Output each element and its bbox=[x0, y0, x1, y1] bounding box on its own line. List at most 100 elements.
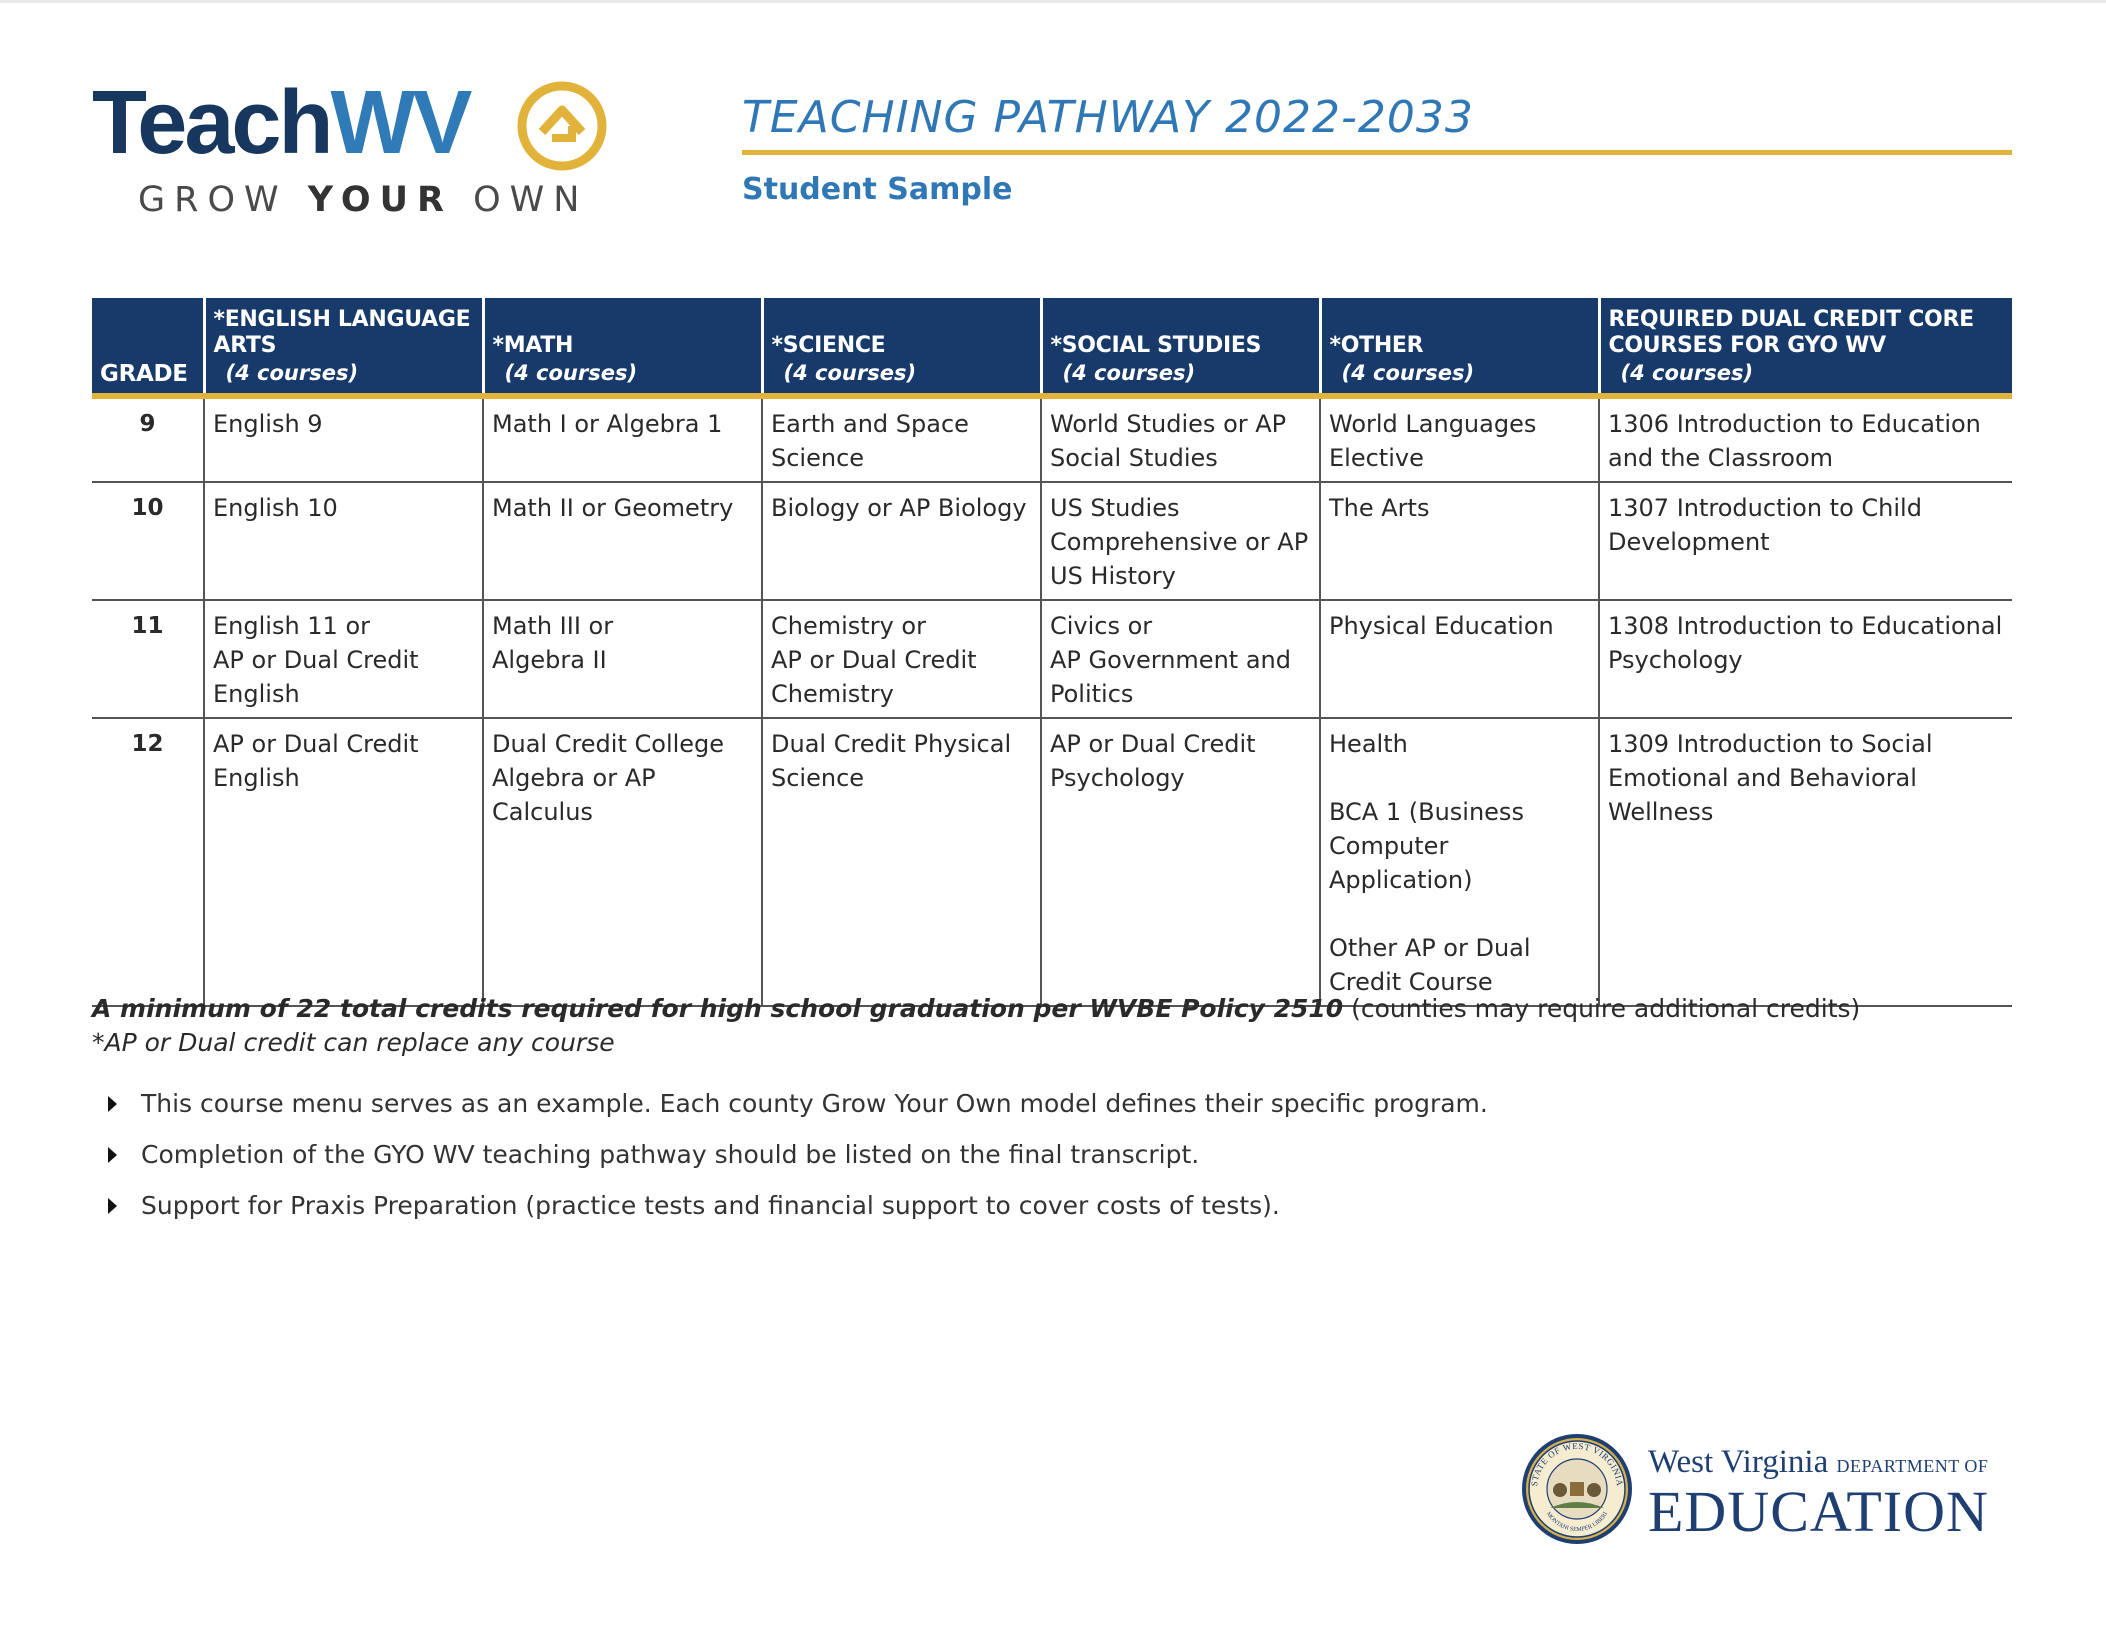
column-header-math: *MATH (4 courses) bbox=[481, 298, 762, 399]
ap-note: *AP or Dual credit can replace any cours… bbox=[92, 1028, 615, 1057]
logo-wv-text: WV bbox=[330, 73, 472, 173]
ela-cell: English 9 bbox=[203, 396, 483, 483]
page-title: TEACHING PATHWAY 2022-2033 bbox=[742, 92, 1474, 143]
ela-cell: English 10 bbox=[203, 482, 483, 601]
logo-tagline: GROW YOUR OWN bbox=[138, 180, 588, 220]
page-subtitle: Student Sample bbox=[742, 172, 1013, 207]
column-title: GRADE bbox=[100, 361, 188, 387]
wvde-department: DEPARTMENT OF bbox=[1836, 1456, 1989, 1476]
science-cell: Biology or AP Biology bbox=[761, 482, 1041, 601]
bullet-text: This course menu serves as an example. E… bbox=[141, 1089, 1488, 1118]
column-title: *ENGLISH LANGUAGE ARTS bbox=[213, 307, 471, 358]
teachwv-logo: TeachWV GROW YOUR OWN bbox=[92, 78, 652, 228]
state-seal-icon: STATE OF WEST VIRGINIA MONTANI SEMPER LI… bbox=[1522, 1434, 1632, 1544]
column-title: *SCIENCE bbox=[771, 333, 886, 358]
core-course-cell: 1309 Introduction to Social Emotional an… bbox=[1598, 718, 2012, 1007]
triangle-bullet-icon bbox=[108, 1146, 117, 1163]
grade-cell: 9 bbox=[92, 396, 204, 483]
social-studies-cell: AP or Dual Credit Psychology bbox=[1040, 718, 1320, 1007]
cell-line: Math III or bbox=[492, 612, 614, 640]
top-border bbox=[0, 0, 2106, 3]
social-studies-cell: World Studies or AP Social Studies bbox=[1040, 396, 1320, 483]
column-title: *SOCIAL STUDIES bbox=[1050, 333, 1262, 358]
other-cell: Health BCA 1 (Business Computer Applicat… bbox=[1319, 718, 1599, 1007]
column-header-grade: GRADE bbox=[92, 298, 204, 399]
social-studies-cell: Civics or AP Government and Politics bbox=[1040, 600, 1320, 719]
teachwv-mark-icon bbox=[517, 81, 607, 171]
cell-line: Health bbox=[1329, 730, 1408, 758]
triangle-bullet-icon bbox=[108, 1197, 117, 1214]
ela-cell: AP or Dual Credit English bbox=[203, 718, 483, 1007]
cell-line: Algebra II bbox=[492, 646, 607, 674]
cell-spacer bbox=[1329, 761, 1590, 795]
grade-cell: 10 bbox=[92, 482, 204, 601]
core-course-cell: 1308 Introduction to Educational Psychol… bbox=[1598, 600, 2012, 719]
bullet-list: This course menu serves as an example. E… bbox=[108, 1078, 1488, 1231]
grade-cell: 12 bbox=[92, 718, 204, 1007]
pathway-table: GRADE *ENGLISH LANGUAGE ARTS (4 courses)… bbox=[92, 298, 2012, 1007]
credits-note-rest: (counties may require additional credits… bbox=[1343, 994, 1861, 1023]
tag-own: OWN bbox=[473, 180, 589, 220]
column-subtitle: (4 courses) bbox=[225, 361, 359, 385]
title-rule bbox=[742, 150, 2012, 155]
triangle-bullet-icon bbox=[108, 1095, 117, 1112]
cell-line: AP or Dual Credit English bbox=[213, 646, 419, 708]
table-row: 9 English 9 Math I or Algebra 1 Earth an… bbox=[92, 396, 2012, 483]
wvde-state: West Virginia bbox=[1648, 1444, 1829, 1480]
math-cell: Math I or Algebra 1 bbox=[482, 396, 762, 483]
column-subtitle: (4 courses) bbox=[1620, 361, 1754, 385]
tag-your: YOUR bbox=[307, 180, 453, 220]
tag-grow: GROW bbox=[138, 180, 288, 220]
column-subtitle: (4 courses) bbox=[783, 361, 917, 385]
math-cell: Math II or Geometry bbox=[482, 482, 762, 601]
credits-note: A minimum of 22 total credits required f… bbox=[92, 992, 1860, 1026]
column-header-ela: *ENGLISH LANGUAGE ARTS (4 courses) bbox=[202, 298, 483, 399]
other-cell: World Languages Elective bbox=[1319, 396, 1599, 483]
cell-line: AP or Dual Credit Chemistry bbox=[771, 646, 977, 708]
table-row: 11 English 11 or AP or Dual Credit Engli… bbox=[92, 600, 2012, 719]
column-subtitle: (4 courses) bbox=[1062, 361, 1196, 385]
column-title: *MATH bbox=[492, 333, 574, 358]
science-cell: Earth and Space Science bbox=[761, 396, 1041, 483]
cell-line: Other AP or Dual Credit Course bbox=[1329, 934, 1531, 996]
other-cell: Physical Education bbox=[1319, 600, 1599, 719]
column-title: REQUIRED DUAL CREDIT CORE COURSES FOR GY… bbox=[1608, 307, 1975, 358]
wvde-education: EDUCATION bbox=[1648, 1479, 1989, 1544]
bullet-text: Completion of the GYO WV teaching pathwa… bbox=[141, 1140, 1200, 1169]
cell-spacer bbox=[1329, 897, 1590, 931]
science-cell: Dual Credit Physical Science bbox=[761, 718, 1041, 1007]
ela-cell: English 11 or AP or Dual Credit English bbox=[203, 600, 483, 719]
column-subtitle: (4 courses) bbox=[1341, 361, 1475, 385]
social-studies-cell: US Studies Comprehensive or AP US Histor… bbox=[1040, 482, 1320, 601]
list-item: Support for Praxis Preparation (practice… bbox=[108, 1180, 1488, 1231]
other-cell: The Arts bbox=[1319, 482, 1599, 601]
column-header-science: *SCIENCE (4 courses) bbox=[760, 298, 1041, 399]
core-course-cell: 1306 Introduction to Education and the C… bbox=[1598, 396, 2012, 483]
core-course-cell: 1307 Introduction to Child Development bbox=[1598, 482, 2012, 601]
cell-line: AP Government and Politics bbox=[1050, 646, 1291, 708]
cell-line: English 11 or bbox=[213, 612, 371, 640]
logo-wordmark: TeachWV bbox=[92, 78, 472, 168]
table-row: 12 AP or Dual Credit English Dual Credit… bbox=[92, 718, 2012, 1007]
science-cell: Chemistry or AP or Dual Credit Chemistry bbox=[761, 600, 1041, 719]
credits-note-bold: A minimum of 22 total credits required f… bbox=[92, 994, 1344, 1023]
math-cell: Math III or Algebra II bbox=[482, 600, 762, 719]
column-title: *OTHER bbox=[1329, 333, 1424, 358]
list-item: Completion of the GYO WV teaching pathwa… bbox=[108, 1129, 1488, 1180]
cell-line: BCA 1 (Business Computer Application) bbox=[1329, 798, 1524, 894]
table-row: 10 English 10 Math II or Geometry Biolog… bbox=[92, 482, 2012, 601]
logo-teach-text: Teach bbox=[92, 73, 333, 173]
cell-line: Chemistry or bbox=[771, 612, 926, 640]
list-item: This course menu serves as an example. E… bbox=[108, 1078, 1488, 1129]
bullet-text: Support for Praxis Preparation (practice… bbox=[141, 1191, 1280, 1220]
column-header-other: *OTHER (4 courses) bbox=[1318, 298, 1599, 399]
grade-cell: 11 bbox=[92, 600, 204, 719]
column-header-dual-credit-core: REQUIRED DUAL CREDIT CORE COURSES FOR GY… bbox=[1597, 298, 2012, 399]
column-header-social-studies: *SOCIAL STUDIES (4 courses) bbox=[1039, 298, 1320, 399]
wvde-logo: STATE OF WEST VIRGINIA MONTANI SEMPER LI… bbox=[1520, 1432, 2020, 1552]
wvde-name: West Virginia DEPARTMENT OF bbox=[1648, 1444, 1988, 1481]
table-header-row: GRADE *ENGLISH LANGUAGE ARTS (4 courses)… bbox=[92, 298, 2012, 399]
column-subtitle: (4 courses) bbox=[504, 361, 638, 385]
math-cell: Dual Credit College Algebra or AP Calcul… bbox=[482, 718, 762, 1007]
cell-line: Civics or bbox=[1050, 612, 1153, 640]
